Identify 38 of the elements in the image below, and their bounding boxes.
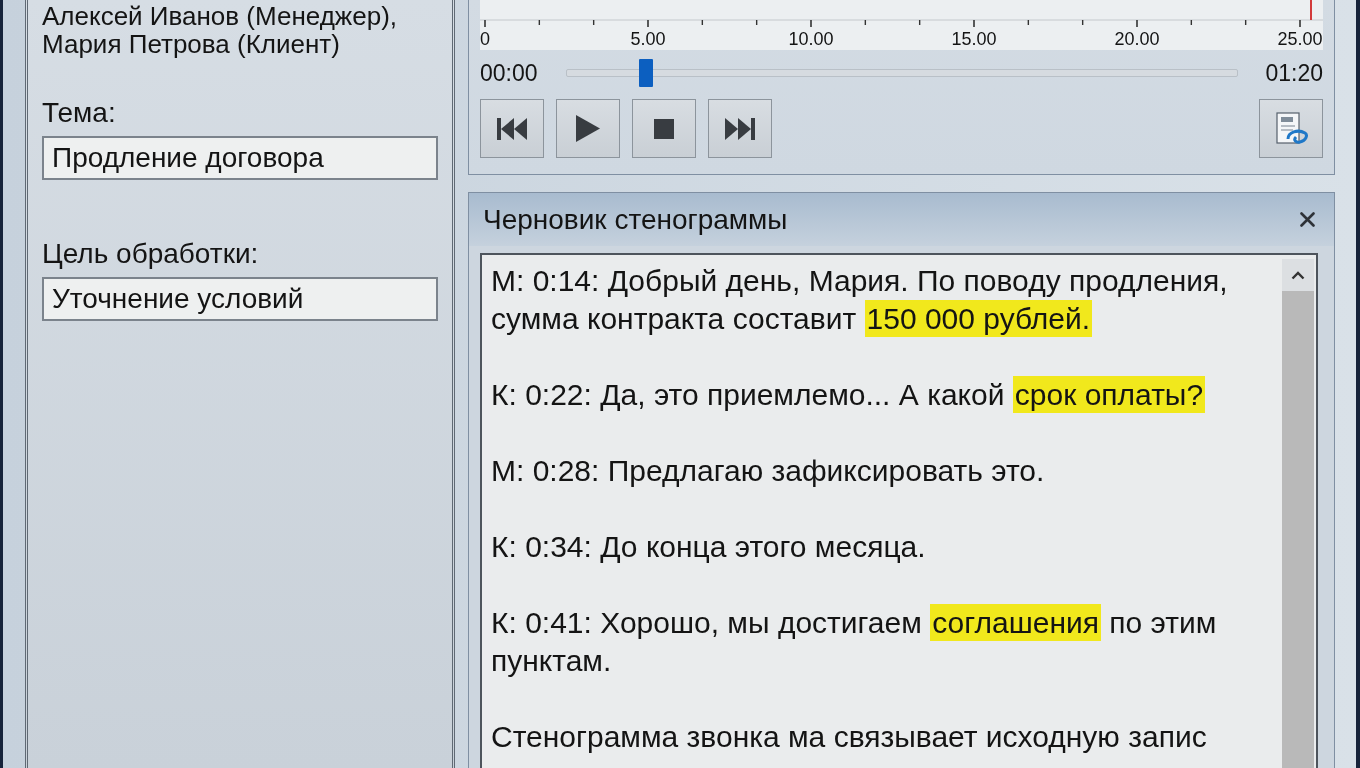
ruler-label: 25.00 <box>1277 29 1323 49</box>
ruler-label: 20.00 <box>1114 29 1160 49</box>
close-button[interactable] <box>1297 209 1318 230</box>
ruler-label: 5.00 <box>630 29 666 49</box>
close-icon <box>1300 212 1315 227</box>
play-icon <box>576 115 600 142</box>
chevron-up-icon <box>1291 270 1305 280</box>
ruler-label: 15.00 <box>951 29 997 49</box>
transcript-entry: К: 0:22: Да, это приемлемо... А какой срок оплаты? <box>491 376 1207 414</box>
ruler-label: 0 <box>480 29 490 49</box>
previous-button[interactable] <box>480 99 544 158</box>
seek-slider[interactable] <box>565 59 1239 87</box>
start-time: 00:00 <box>480 59 538 87</box>
field-label: Цель обработки: <box>42 240 260 268</box>
panel-title: Черновик стенограммы <box>483 203 788 236</box>
text-field[interactable]: Продление договора <box>42 136 438 180</box>
document-icon <box>1274 111 1308 146</box>
field-label: Тема: <box>42 99 117 127</box>
participant-name: Мария Петрова (Клиент) <box>42 30 340 58</box>
transcript-entry: М: 0:28: Предлагаю зафиксировать это. <box>491 453 1046 489</box>
marker-line <box>1310 0 1312 21</box>
slider-thumb[interactable] <box>639 59 654 87</box>
participant-name: Алексей Иванов (Менеджер), <box>42 2 399 30</box>
skip-forward-icon <box>725 117 755 140</box>
skip-back-icon <box>497 117 527 140</box>
document-button[interactable] <box>1259 99 1323 158</box>
play-button[interactable] <box>556 99 620 158</box>
transcript-entry: Стенограмма звонка ма связывает исходную запис <box>491 719 1208 755</box>
transcript-entry: К: 0:41: Хорошо, мы достигаем соглашения по этим пунктам. <box>491 604 1218 679</box>
end-time: 01:20 <box>1265 59 1323 87</box>
transcript-entry: К: 0:34: До конца этого месяца. <box>491 529 927 565</box>
next-button[interactable] <box>708 99 772 158</box>
text-field[interactable]: Уточнение условий <box>42 277 438 321</box>
stop-icon <box>654 118 674 139</box>
transcript-entry: М: 0:14: Добрый день, Мария. По поводу продления, сумма контракта составит 150 000 рублей. <box>491 263 1229 338</box>
ruler-label: 10.00 <box>788 29 834 49</box>
scroll-up-button[interactable] <box>1282 259 1314 291</box>
stop-button[interactable] <box>632 99 696 158</box>
